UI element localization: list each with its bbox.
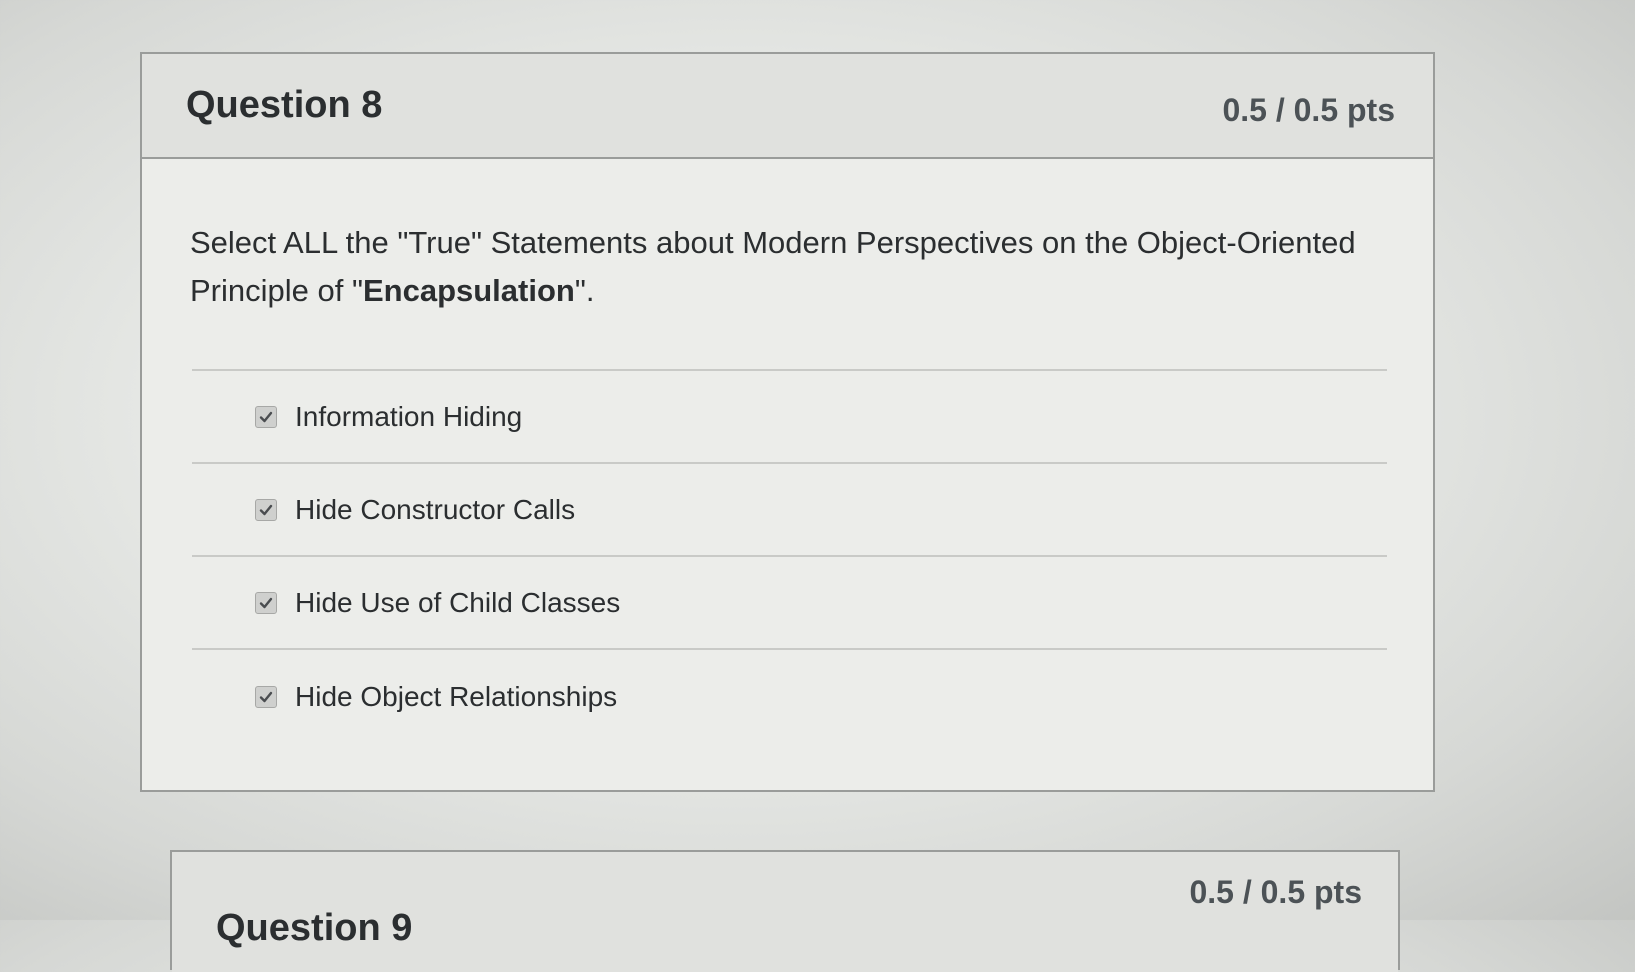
checkmark-icon [259,597,273,608]
question-prompt-keyword: Encapsulation [362,273,575,308]
answer-label: Hide Constructor Calls [295,493,576,525]
checkbox-checked[interactable] [255,405,277,428]
question-prompt-end: ". [574,273,595,308]
answer-list: Information Hiding Hide Constructor Call… [192,369,1387,743]
question-header: Question 9 0.5 / 0.5 pts [172,852,1398,972]
checkbox-checked[interactable] [255,685,277,708]
question-prompt: Select ALL the "True" Statements about M… [190,219,1390,315]
question-points: 0.5 / 0.5 pts [1189,874,1362,910]
checkmark-icon [259,691,273,702]
checkbox-checked[interactable] [255,498,277,521]
checkbox-checked[interactable] [255,591,277,614]
answer-option[interactable]: Information Hiding [192,371,1387,464]
answer-label: Hide Use of Child Classes [295,586,621,618]
question-9-card: Question 9 0.5 / 0.5 pts [170,850,1400,972]
checkmark-icon [259,411,273,422]
question-8-card: Question 8 0.5 / 0.5 pts Select ALL the … [140,52,1435,792]
question-header: Question 8 0.5 / 0.5 pts [142,54,1433,159]
answer-option[interactable]: Hide Use of Child Classes [192,557,1387,650]
question-points: 0.5 / 0.5 pts [1222,92,1395,128]
answer-label: Information Hiding [295,400,523,432]
question-title: Question 9 [216,907,413,949]
answer-label: Hide Object Relationships [295,680,618,712]
checkmark-icon [259,504,273,515]
answer-option[interactable]: Hide Constructor Calls [192,464,1387,557]
answer-option[interactable]: Hide Object Relationships [192,650,1387,743]
question-title: Question 8 [186,84,383,126]
